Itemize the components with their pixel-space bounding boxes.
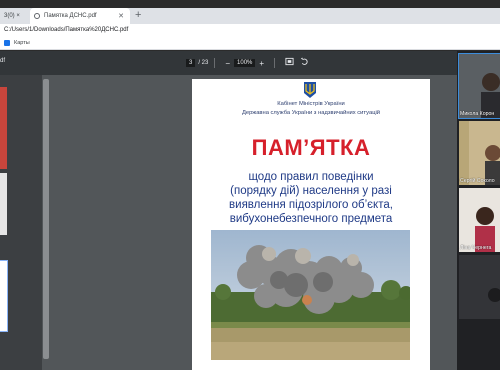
toolbar-divider <box>274 58 276 68</box>
globe-icon <box>34 13 40 19</box>
participant-video <box>459 188 500 252</box>
page-count: / 23 <box>198 60 209 66</box>
document-title: ПАМ’ЯТКА <box>251 135 371 160</box>
participant-video <box>459 255 500 319</box>
pdf-title-fragment: df <box>0 58 6 64</box>
pdf-toolbar: df 3 / 23 − 100% + <box>0 51 457 75</box>
participant-name: Ліна Чернега <box>460 245 492 251</box>
participant-video <box>459 54 500 118</box>
participant-name: Сергій Соколо <box>460 178 495 184</box>
trident-emblem-icon <box>304 82 316 98</box>
url-text[interactable]: C:/Users/1/Downloads/Памятка%20ДСНС.pdf <box>4 27 128 33</box>
address-bar[interactable]: C:/Users/1/Downloads/Памятка%20ДСНС.pdf <box>0 24 500 38</box>
close-tab-icon[interactable]: ✕ <box>118 12 124 20</box>
subtitle-line: виявлення підозрілого об’єкта, <box>229 199 393 211</box>
maps-icon <box>4 40 10 46</box>
explosion-photo <box>211 230 410 360</box>
page-thumbnail[interactable] <box>0 87 7 169</box>
participant-tile[interactable] <box>459 255 500 319</box>
subtitle-line: щодо правил поведінки <box>248 171 374 183</box>
page-navigator: 3 / 23 − 100% + <box>186 58 281 68</box>
participant-tile[interactable]: Ліна Чернега <box>459 188 500 252</box>
screen: 3(0) × Памятка ДСНС.pdf ✕ + C:/Users/1/D… <box>0 0 500 370</box>
toolbar-divider <box>214 58 216 68</box>
page-number-input[interactable]: 3 <box>186 59 196 67</box>
zoom-in-button[interactable]: + <box>259 59 264 68</box>
subtitle-line: вибухонебезпечного предмета <box>229 213 393 225</box>
fit-page-icon[interactable] <box>285 57 294 66</box>
bookmarks-bar: Карты <box>0 38 500 50</box>
new-tab-button[interactable]: + <box>135 9 141 21</box>
scrollbar-thumb[interactable] <box>43 79 49 359</box>
tab-pdf-label: Памятка ДСНС.pdf <box>44 13 97 19</box>
participant-video <box>459 121 500 185</box>
org-dsns: Державна служба України з надзвичайних с… <box>241 110 381 116</box>
rotate-icon[interactable] <box>300 57 309 66</box>
subtitle-line: (порядку дій) населення у разі <box>230 185 392 197</box>
page-thumbnail[interactable] <box>0 173 7 235</box>
org-cabinet: Кабінет Міністрів України <box>277 101 345 107</box>
thumbnail-sidebar <box>0 75 42 370</box>
bookmark-maps-label: Карты <box>14 40 30 46</box>
tab-strip: 3(0) × Памятка ДСНС.pdf ✕ + <box>0 8 500 24</box>
tab-pdf[interactable]: Памятка ДСНС.pdf ✕ <box>30 8 130 24</box>
zoom-level[interactable]: 100% <box>234 59 256 67</box>
video-call-panel: Микола Корон Сергій Соколо Ліна Чернега <box>457 51 500 370</box>
bookmark-maps[interactable]: Карты <box>4 40 30 46</box>
page-thumbnail-current[interactable] <box>0 260 8 332</box>
participant-tile[interactable]: Микола Корон <box>458 53 500 119</box>
tab-previous-label: 3(0) × <box>4 13 20 19</box>
participant-tile[interactable]: Сергій Соколо <box>459 121 500 185</box>
zoom-out-button[interactable]: − <box>225 59 230 68</box>
pdf-page: Кабінет Міністрів України Державна служб… <box>192 79 430 370</box>
participant-name: Микола Корон <box>460 111 495 117</box>
tab-previous[interactable]: 3(0) × <box>0 8 30 24</box>
